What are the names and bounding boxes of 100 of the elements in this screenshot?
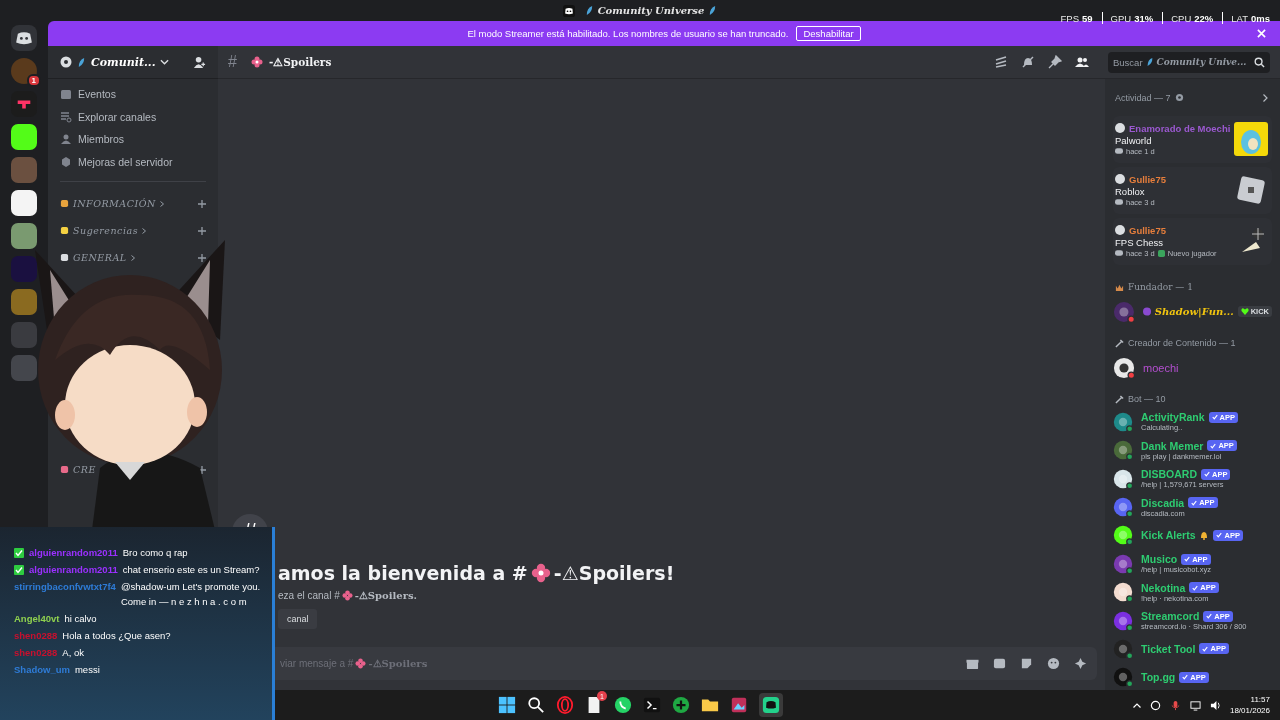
- server-icon[interactable]: [11, 124, 37, 150]
- orb-icon: [1142, 307, 1151, 317]
- search-field[interactable]: Buscar Comunity Unive...: [1108, 51, 1270, 73]
- emoji-icon[interactable]: [1047, 657, 1060, 670]
- gear-icon[interactable]: [1174, 93, 1184, 103]
- category-name[interactable]: CRE: [73, 464, 96, 476]
- server-icon[interactable]: [11, 190, 37, 216]
- user-avatar-icon: [1115, 174, 1125, 185]
- perf-value: 22%: [1194, 12, 1214, 24]
- volume-icon[interactable]: [1209, 699, 1221, 711]
- members-icon[interactable]: [1075, 55, 1089, 69]
- perf-value: 0ms: [1251, 12, 1270, 24]
- mute-bell-icon[interactable]: [1021, 55, 1035, 69]
- disable-button[interactable]: Deshabilitar: [796, 26, 861, 41]
- discord-app-icon[interactable]: [762, 696, 780, 714]
- add-channel-icon[interactable]: [198, 199, 206, 208]
- perf-label: FPS: [1060, 12, 1079, 24]
- apps-icon[interactable]: [1074, 657, 1087, 670]
- edit-channel-button[interactable]: canal: [278, 609, 317, 629]
- chat-app-icon[interactable]: [614, 696, 632, 714]
- game-launcher-icon[interactable]: [672, 696, 690, 714]
- feather-icon: [1145, 57, 1154, 67]
- clock-date[interactable]: 18/01/2026: [1229, 705, 1270, 716]
- add-channel-icon[interactable]: [198, 465, 206, 474]
- member-name[interactable]: Musico: [1141, 553, 1178, 566]
- member-avatar: [1113, 582, 1133, 603]
- check-icon: [1216, 532, 1223, 539]
- nav-icon: [60, 156, 72, 169]
- chat-message: chat enserio este es un Stream?: [122, 563, 260, 577]
- member-avatar: [1113, 525, 1133, 546]
- chevron-right-icon: [159, 200, 164, 207]
- member-name[interactable]: Dank Memer: [1141, 439, 1204, 452]
- nav-item[interactable]: Explorar canales: [78, 110, 157, 123]
- chevron-right-icon: [130, 254, 135, 261]
- member-name[interactable]: moechi: [1143, 361, 1179, 374]
- clock-time[interactable]: 11:57: [1250, 694, 1270, 705]
- category-name[interactable]: Sugerencias: [73, 225, 138, 237]
- terminal-icon[interactable]: [643, 696, 661, 714]
- nav-item[interactable]: Miembros: [78, 133, 125, 146]
- gif-icon[interactable]: [993, 657, 1006, 670]
- chat-message: @shadow-um Let's promote you. Come in — n e z h n a . c o m: [120, 580, 262, 609]
- category-name[interactable]: INFORMACIÓN: [73, 198, 156, 210]
- chat-username: Angel40vt: [14, 612, 60, 626]
- check-icon: [1192, 584, 1199, 591]
- home-button[interactable]: [11, 25, 37, 51]
- threads-icon[interactable]: [994, 55, 1008, 69]
- username: Gullie75: [1129, 224, 1166, 236]
- member-name[interactable]: Streamcord: [1141, 610, 1200, 623]
- check-icon: [1211, 414, 1218, 421]
- sticker-icon[interactable]: [1020, 657, 1033, 670]
- search-icon[interactable]: [527, 696, 545, 714]
- discord-icon: [562, 4, 575, 17]
- new-player-icon: [1157, 249, 1165, 257]
- feather-icon: [77, 56, 86, 68]
- role-icon: [1115, 282, 1124, 292]
- chevron-up-icon[interactable]: [1132, 702, 1141, 708]
- gamepad-icon: [1115, 148, 1123, 155]
- gift-icon[interactable]: [966, 657, 979, 670]
- home-icon: [60, 56, 72, 68]
- chevron-right-icon[interactable]: [1263, 93, 1268, 102]
- member-name[interactable]: Nekotina: [1141, 581, 1186, 594]
- perf-value: 31%: [1134, 12, 1154, 24]
- server-name[interactable]: Comunit...: [91, 55, 156, 69]
- nav-item[interactable]: Eventos: [78, 88, 116, 101]
- member-name[interactable]: ActivityRank: [1141, 411, 1205, 424]
- flower-icon: [530, 563, 551, 583]
- game-name: FPS Chess: [1115, 236, 1165, 248]
- nav-icon: [60, 88, 72, 101]
- microphone-icon[interactable]: [1169, 699, 1181, 711]
- chat-username: alguienrandom2011: [29, 563, 118, 577]
- activity-heading: Actividad — 7: [1115, 92, 1171, 103]
- nav-icon: [60, 133, 72, 146]
- start-icon[interactable]: [498, 696, 516, 714]
- member-name[interactable]: Top.gg: [1141, 671, 1176, 684]
- browser-icon[interactable]: [556, 696, 574, 714]
- member-name[interactable]: Kick Alerts: [1141, 529, 1196, 542]
- nav-item[interactable]: Mejoras del servidor: [78, 156, 173, 169]
- member-name[interactable]: Ticket Tool: [1141, 642, 1196, 655]
- close-icon[interactable]: [1257, 29, 1266, 38]
- welcome-subtitle: eza el canal #: [278, 590, 340, 601]
- gamepad-icon: [1115, 199, 1123, 206]
- member-name[interactable]: Discadia: [1141, 496, 1185, 509]
- add-member-icon[interactable]: [193, 55, 206, 69]
- sync-icon[interactable]: [1149, 699, 1161, 711]
- chevron-down-icon[interactable]: [160, 59, 170, 65]
- category-name[interactable]: GENERAL: [73, 252, 127, 264]
- channel-name: -⚠Spoilers: [268, 56, 332, 68]
- network-icon[interactable]: [1189, 699, 1201, 711]
- pin-icon[interactable]: [1048, 55, 1062, 69]
- feather-icon: [708, 5, 718, 16]
- category-icon: [60, 465, 69, 475]
- member-avatar: [1113, 497, 1133, 518]
- image-app-icon[interactable]: [730, 696, 748, 714]
- member-name[interactable]: Shadow|Fun...: [1154, 306, 1234, 318]
- chat-username: alguienrandom2011: [29, 546, 118, 560]
- role-icon: [1115, 394, 1124, 404]
- add-channel-icon[interactable]: [198, 253, 206, 262]
- member-avatar: [1113, 440, 1133, 461]
- add-channel-icon[interactable]: [198, 226, 206, 235]
- member-name[interactable]: DISBOARD: [1141, 468, 1197, 481]
